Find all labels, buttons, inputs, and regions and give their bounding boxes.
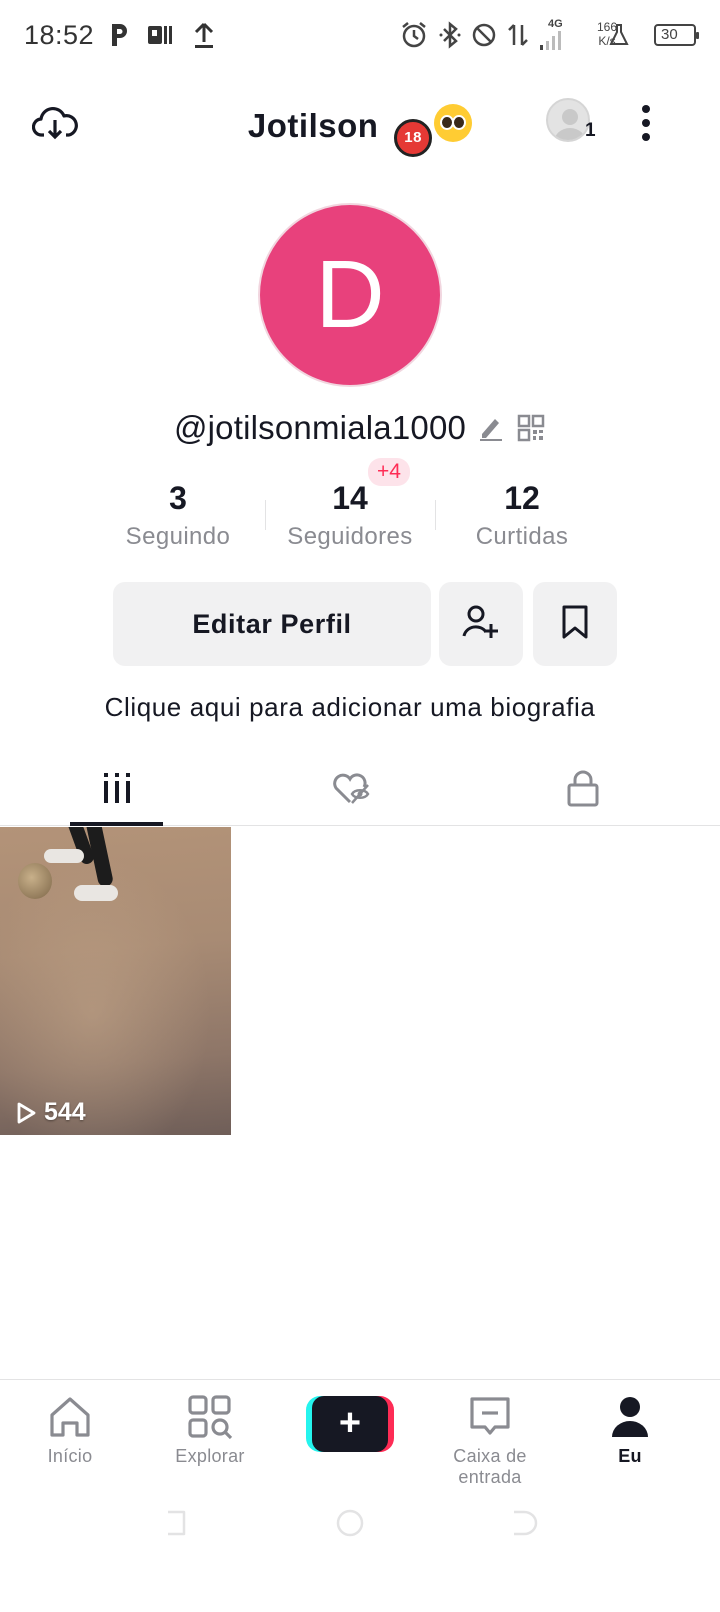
shoe [74, 885, 118, 901]
recent-apps-icon[interactable] [160, 1508, 190, 1538]
create-video-button[interactable]: + [306, 1396, 394, 1452]
nav-explore[interactable]: Explorar [140, 1394, 280, 1467]
followers-count: 14 [332, 480, 368, 516]
profile-stats: 3 Seguindo 14 Seguidores +4 12 Curtidas [100, 458, 620, 560]
home-icon [0, 1394, 140, 1440]
bookmark-icon [560, 604, 590, 645]
flask-icon [608, 20, 630, 50]
bottom-navigation: Início Explorar + Caixa de entrada Eu [0, 1379, 720, 1487]
edit-profile-button[interactable]: Editar Perfil [113, 582, 431, 666]
app-notification-icon [146, 20, 174, 50]
lock-icon [566, 769, 600, 812]
add-user-icon [461, 602, 501, 647]
pleading-face-emoji [434, 104, 473, 142]
play-icon [17, 1102, 36, 1123]
view-count-value: 544 [44, 1098, 86, 1126]
nav-inbox[interactable]: Caixa de entrada [420, 1394, 560, 1488]
shoe [44, 849, 84, 863]
video-thumbnail[interactable]: 544 [0, 827, 231, 1135]
following-count: 3 [169, 480, 187, 516]
status-bar: 18:52 4G 166 K/s 30 [0, 0, 720, 72]
profile-avatar[interactable]: D [258, 203, 442, 387]
nav-home-label: Início [47, 1446, 93, 1466]
profile-icon [560, 1394, 700, 1440]
favorites-button[interactable] [533, 582, 617, 666]
likes-label: Curtidas [475, 523, 569, 550]
nav-me-label: Eu [618, 1446, 642, 1466]
plus-icon: + [312, 1396, 388, 1452]
signal-icon [538, 24, 566, 54]
username: @jotilsonmiala1000 [173, 409, 467, 446]
no-under-18-emoji: 18 [394, 119, 433, 157]
tab-videos[interactable] [62, 754, 172, 826]
do-not-disturb-icon [470, 20, 498, 50]
system-navigation-bar [0, 1490, 720, 1560]
new-followers-badge: +4 [368, 458, 410, 486]
page-title[interactable]: Jotilson 18 [0, 104, 720, 157]
grid-videos-icon [101, 771, 133, 810]
add-bio-prompt[interactable]: Clique aqui para adicionar uma biografia [0, 692, 700, 723]
inbox-icon [420, 1394, 560, 1440]
add-friends-button[interactable] [439, 582, 523, 666]
qr-code-icon[interactable] [516, 413, 546, 443]
following-stat[interactable]: 3 Seguindo [88, 480, 268, 551]
nav-me[interactable]: Eu [560, 1394, 700, 1467]
page-title-text: Jotilson [247, 107, 379, 144]
likes-stat[interactable]: 12 Curtidas [432, 480, 612, 551]
alarm-icon [400, 20, 428, 50]
followers-label: Seguidores [287, 523, 413, 550]
status-time: 18:52 [24, 20, 95, 50]
nav-home[interactable]: Início [0, 1394, 140, 1467]
following-label: Seguindo [125, 523, 231, 550]
home-button-icon[interactable] [335, 1508, 365, 1538]
explore-icon [140, 1394, 280, 1440]
username-row: @jotilsonmiala1000 [0, 406, 720, 450]
account-switch-avatar[interactable] [546, 98, 590, 142]
more-options-icon[interactable] [636, 102, 656, 146]
battery-indicator: 30 [654, 24, 699, 46]
football [18, 863, 52, 899]
bluetooth-icon [436, 20, 464, 50]
data-transfer-icon [504, 20, 532, 50]
liked-hidden-icon [330, 770, 372, 811]
tab-private[interactable] [528, 754, 638, 826]
view-count: 544 [14, 1098, 86, 1127]
followers-stat[interactable]: 14 Seguidores [260, 480, 440, 551]
nav-inbox-label: Caixa de entrada [453, 1446, 527, 1487]
upload-icon [190, 20, 218, 50]
parking-app-icon [106, 20, 134, 50]
tab-liked[interactable] [296, 754, 406, 826]
nav-explore-label: Explorar [175, 1446, 245, 1466]
back-icon[interactable] [510, 1508, 540, 1538]
profile-header: Jotilson 18 1 [0, 88, 720, 160]
account-count-badge: 1 [585, 120, 596, 141]
profile-tabs [0, 754, 720, 826]
likes-count: 12 [504, 480, 540, 516]
active-tab-indicator [70, 822, 163, 826]
edit-pencil-icon[interactable] [476, 413, 506, 443]
